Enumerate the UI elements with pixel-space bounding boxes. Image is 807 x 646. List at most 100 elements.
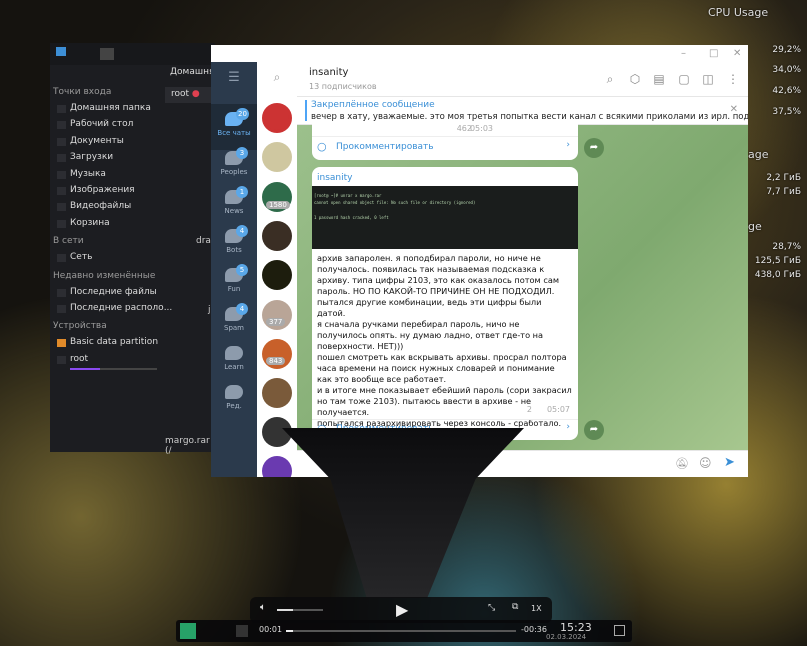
emoji-icon[interactable]: ☺ [699, 456, 712, 470]
sidebar-item[interactable]: Последние располо... [70, 303, 172, 313]
title-bar: – □ ✕ [211, 45, 748, 62]
chat-avatar[interactable] [262, 221, 292, 251]
folder-label: Все чаты [217, 129, 251, 137]
chat-panel: insanity 13 подписчиков ⌕ ⬡ ▤ ▢ ◫ ⋮ Закр… [297, 62, 748, 477]
sidebar-toggle-icon[interactable]: ◫ [701, 72, 715, 86]
cpu-core-2: 34,0% [772, 65, 801, 75]
chat-avatar[interactable] [262, 456, 292, 477]
folder-icon [225, 346, 243, 360]
sidebar-item-label: Последние располо... [70, 303, 173, 313]
folder-icon [56, 47, 66, 56]
folder-tab[interactable]: Ред. [211, 377, 257, 423]
place-icon [57, 219, 66, 228]
menu-icon[interactable]: ☰ [211, 70, 257, 85]
volume-icon[interactable]: 🔈︎ [260, 602, 266, 613]
sidebar-item-label: Изображения [70, 185, 135, 195]
file-name[interactable]: margo.rar (/ [165, 436, 215, 456]
volume-slider[interactable] [277, 609, 323, 611]
sidebar-item[interactable]: Рабочий стол [70, 119, 133, 129]
pip-icon[interactable]: ⧉ [512, 602, 518, 612]
search-icon[interactable]: ⌕ [603, 72, 617, 86]
view-icons-button[interactable] [100, 48, 114, 60]
show-desktop-button[interactable] [614, 625, 625, 636]
sidebar-item-label: Видеофайлы [70, 201, 132, 212]
pinned-text: вечер в хату, уважаемые. это моя третья … [311, 112, 748, 122]
sidebar-item[interactable]: Изображения [70, 185, 135, 195]
sidebar-item[interactable]: Видеофайлы [70, 201, 131, 211]
folder-label: Bots [226, 246, 242, 254]
sidebar-item[interactable]: Документы [70, 136, 124, 146]
pinned-accent [305, 100, 307, 121]
expand-icon[interactable] [236, 625, 248, 637]
search-icon[interactable]: ⌕ [257, 70, 297, 85]
place-icon [57, 105, 66, 113]
boost-icon[interactable]: ⬡ [628, 72, 642, 86]
folder-badge: 4 [236, 225, 248, 237]
sidebar-item-label: root [70, 353, 89, 364]
chevron-right-icon: › [566, 140, 570, 150]
play-icon[interactable]: ▶ [396, 600, 408, 619]
clipboard-icon[interactable]: ▤ [652, 72, 666, 86]
tab-root[interactable]: root ● [165, 87, 215, 103]
sidebar-item[interactable]: Музыка [70, 169, 106, 179]
more-icon[interactable]: ⋮ [726, 72, 740, 86]
folder-label: News [224, 207, 244, 215]
close-icon[interactable]: ✕ [730, 104, 738, 115]
message-time: 05:03 [469, 124, 493, 133]
folder-icon [225, 385, 243, 399]
place-icon [57, 254, 66, 263]
cpu-core-1: 29,2% [772, 45, 801, 55]
chat-avatar[interactable] [262, 378, 292, 408]
sidebar-item[interactable]: root [70, 354, 88, 364]
minimize-button[interactable]: – [681, 48, 686, 59]
terminal-screenshot[interactable]: [root@ ~]# unrar x margo.rar cannot open… [312, 186, 578, 249]
close-icon[interactable]: ● [192, 89, 200, 99]
manjaro-menu-icon[interactable] [180, 623, 196, 639]
chat-avatar[interactable] [262, 142, 292, 172]
close-button[interactable]: ✕ [733, 48, 741, 59]
sidebar-item[interactable]: Последние файлы [70, 287, 157, 297]
pinned-message[interactable]: Закреплённое сообщение вечер в хату, ува… [297, 97, 748, 125]
folder-badge: 3 [236, 147, 248, 159]
sidebar-item-label: Корзина [70, 217, 110, 228]
place-icon [57, 154, 66, 163]
sidebar-item[interactable]: Basic data partition [70, 337, 158, 347]
collapse-icon[interactable]: ⤡ [488, 603, 495, 613]
cpu-widget-title: CPU Usage [708, 6, 769, 19]
voice-chat-icon[interactable]: ▢ [677, 72, 691, 86]
forward-button[interactable]: ➦ [584, 420, 604, 440]
send-icon[interactable]: ➤ [724, 455, 735, 470]
seek-bar[interactable] [286, 630, 516, 632]
unread-count: 843 [266, 357, 286, 365]
forward-button[interactable]: ➦ [584, 138, 604, 158]
disk-percent: 28,7% [772, 242, 801, 252]
usage-bar [70, 368, 157, 371]
comment-button[interactable]: ○ Прокомментировать › [312, 136, 578, 158]
taskbar: 00:01 -00:36 15:23 02.03.2024 [176, 620, 632, 642]
telegram-window: – □ ✕ ☰ 20 Все чаты 3 Peoples 1 News 4 Bots 5 Fun… [211, 45, 748, 477]
comment-label: Прокомментировать [336, 142, 434, 152]
cpu-core-4: 37,5% [772, 107, 801, 117]
folder-label: Ред. [226, 402, 242, 410]
sidebar-item[interactable]: Корзина [70, 218, 110, 228]
channel-name[interactable]: insanity [309, 67, 348, 78]
place-icon [57, 137, 66, 146]
pinned-title: Закреплённое сообщение [311, 100, 435, 110]
sidebar-item[interactable]: Загрузки [70, 152, 113, 162]
folder-badge: 1 [236, 186, 248, 198]
sidebar-item[interactable]: Домашняя папка [70, 103, 151, 113]
speed-button[interactable]: 1X [531, 604, 542, 613]
clock-date: 02.03.2024 [546, 633, 587, 641]
sidebar-item[interactable]: Сеть [70, 252, 92, 262]
chat-avatar[interactable] [262, 103, 292, 133]
subscriber-count: 13 подписчиков [309, 82, 377, 91]
chat-avatar[interactable] [262, 260, 292, 290]
mute-icon[interactable]: 🔕︎ [675, 457, 689, 470]
chat-list: ⌕ 1580 377 843 [257, 62, 297, 477]
sidebar-section-title: Недавно изменённые [53, 270, 156, 281]
sidebar-section-title: Устройства [53, 321, 107, 332]
breadcrumb[interactable]: Домашня [170, 67, 214, 77]
sidebar-item-label: Музыка [70, 168, 106, 179]
folder-label: Learn [224, 363, 244, 371]
maximize-button[interactable]: □ [709, 48, 718, 59]
